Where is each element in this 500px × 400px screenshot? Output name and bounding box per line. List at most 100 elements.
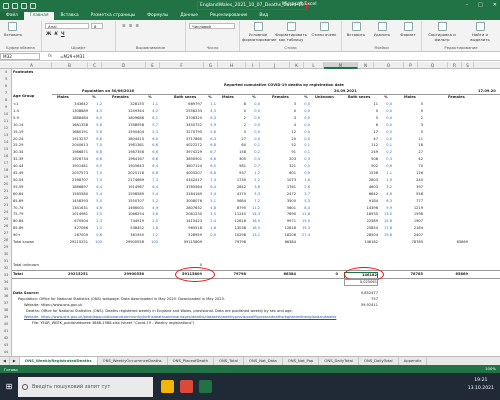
align-right-icon[interactable]: ≡ bbox=[135, 24, 139, 29]
column-header-f[interactable]: F bbox=[160, 62, 204, 69]
cell-pop-f-pct[interactable]: 4,2 bbox=[144, 109, 158, 114]
row-header[interactable]: 22 bbox=[0, 195, 12, 202]
cell-pop-males[interactable]: 1866897 bbox=[52, 185, 88, 190]
cell-d-both[interactable]: 14396 bbox=[344, 206, 378, 211]
save-icon[interactable] bbox=[12, 2, 18, 9]
cell-d2-both[interactable]: 18 bbox=[397, 143, 423, 148]
cell-age-groups[interactable]: 20-24 bbox=[13, 137, 23, 142]
cell-pop-males[interactable]: 1341631 bbox=[52, 206, 88, 211]
cell-pop-males[interactable]: 1913237 bbox=[52, 137, 88, 142]
cell-age-groups[interactable]: 50-54 bbox=[13, 178, 23, 183]
file-explorer-icon[interactable] bbox=[161, 380, 174, 393]
cell-d-females[interactable]: 601 bbox=[266, 171, 296, 176]
cell-d2-both[interactable]: 397 bbox=[397, 185, 423, 190]
maximize-icon[interactable]: □ bbox=[478, 2, 483, 8]
cell-d-females[interactable]: 20 bbox=[266, 137, 296, 142]
cell-d2-both[interactable]: 558 bbox=[397, 192, 423, 197]
cell-d-f-pct[interactable]: 0,1 bbox=[296, 143, 310, 148]
cell-pop-f-pct[interactable]: 5,7 bbox=[144, 123, 158, 128]
cell-pop-both[interactable]: 965518 bbox=[162, 226, 202, 231]
cell-pop-m-pct[interactable]: 4,6 bbox=[88, 206, 102, 211]
cell-pop-b-pct[interactable]: 5,1 bbox=[202, 199, 216, 204]
cell-d-m-pct[interactable]: 7,2 bbox=[246, 199, 260, 204]
cell-age-groups[interactable]: 35-39 bbox=[13, 157, 23, 162]
cell-pop-males[interactable]: 1680191 bbox=[52, 130, 88, 135]
undo-icon[interactable] bbox=[21, 2, 27, 9]
column-header-l[interactable]: L bbox=[304, 62, 324, 69]
cell-age-groups[interactable]: 90+ bbox=[13, 233, 23, 238]
row-header[interactable]: 17 bbox=[0, 160, 12, 167]
cell-pop-b-pct[interactable]: 7,4 bbox=[202, 178, 216, 183]
cell-pop-m-pct[interactable]: 5,0 bbox=[88, 199, 102, 204]
cell-pop-females[interactable]: 2174689 bbox=[104, 178, 144, 183]
cell-d-females[interactable]: 2472 bbox=[266, 192, 296, 197]
cell-pop-b-pct[interactable]: 1,1 bbox=[202, 102, 216, 107]
row-header[interactable]: 43 bbox=[0, 342, 12, 349]
cell-d-f-pct[interactable]: 15,0 bbox=[296, 219, 310, 224]
cell-pop-b-pct[interactable]: 5,9 bbox=[202, 123, 216, 128]
cell-d-m-pct[interactable]: 0,2 bbox=[246, 150, 260, 155]
cell-pop-males[interactable]: 670504 bbox=[52, 219, 88, 224]
cell-pop-m-pct[interactable]: 4,5 bbox=[88, 109, 102, 114]
row-header[interactable]: 33 bbox=[0, 272, 12, 279]
cell-pop-f-pct[interactable]: 5,2 bbox=[144, 199, 158, 204]
cell-d-both[interactable]: 508 bbox=[344, 157, 378, 162]
row-header[interactable]: 31 bbox=[0, 258, 12, 265]
cell-d-m-pct[interactable]: 13,1 bbox=[246, 233, 260, 238]
align-left-icon[interactable]: ≡ bbox=[122, 24, 126, 29]
browser-icon[interactable] bbox=[180, 380, 193, 393]
cell-pop-males[interactable]: 343642 bbox=[52, 102, 88, 107]
fx-icon[interactable]: fx bbox=[40, 54, 60, 59]
sort-filter-button[interactable]: Сортировка и фильтр bbox=[424, 22, 460, 42]
row-header[interactable]: 6 bbox=[0, 83, 12, 90]
cell-d-females[interactable]: 0 bbox=[266, 109, 296, 114]
cell-d-m-pct[interactable]: 5,3 bbox=[246, 192, 260, 197]
cell-d2-both[interactable]: 2 bbox=[397, 116, 423, 121]
row-header[interactable]: 9 bbox=[0, 104, 12, 111]
row-header[interactable]: 14 bbox=[0, 139, 12, 146]
cell-pop-both[interactable]: 3270795 bbox=[162, 130, 202, 135]
cell-pop-females[interactable]: 538452 bbox=[104, 226, 144, 231]
column-header-h[interactable]: H bbox=[218, 62, 246, 69]
cell-pop-females[interactable]: 1590404 bbox=[104, 130, 144, 135]
cell-styles-button[interactable]: Стили ячеек bbox=[308, 22, 340, 37]
cell-age-groups[interactable]: 80-84 bbox=[13, 219, 23, 224]
cell-pop-m-pct[interactable]: 6,6 bbox=[88, 157, 102, 162]
cell-d-f-pct[interactable]: 0,0 bbox=[296, 137, 310, 142]
cell-pop-females[interactable]: 1987358 bbox=[104, 150, 144, 155]
cell-age-groups[interactable]: 15-19 bbox=[13, 130, 23, 135]
row-header[interactable]: 15 bbox=[0, 146, 12, 153]
column-header-o[interactable]: O bbox=[374, 62, 404, 69]
cell-pop-males[interactable]: 167009 bbox=[52, 233, 88, 238]
sheet-tab[interactable]: ONS_Nat_Data bbox=[244, 357, 283, 365]
cell-pop-both[interactable]: 1415423 bbox=[162, 219, 202, 224]
tab-file[interactable]: Файл bbox=[0, 12, 24, 20]
cell-pop-f-pct[interactable]: 4,9 bbox=[144, 206, 158, 211]
cell-pop-f-pct[interactable]: 6,6 bbox=[144, 157, 158, 162]
column-header-e[interactable]: E bbox=[146, 62, 160, 69]
cell-d2-both[interactable]: 1598 bbox=[397, 212, 423, 217]
cell-pop-males[interactable]: 1308889 bbox=[52, 109, 88, 114]
font-name-select[interactable]: Arial bbox=[45, 23, 89, 29]
cell-d-both[interactable]: 47 bbox=[344, 137, 378, 142]
cell-pop-b-pct[interactable]: 6,4 bbox=[202, 185, 216, 190]
row-header[interactable]: 7 bbox=[0, 90, 12, 97]
cell-pop-both[interactable]: 4022272 bbox=[162, 143, 202, 148]
italic-button[interactable]: К bbox=[54, 32, 58, 37]
row-header[interactable]: 29 bbox=[0, 244, 12, 251]
cell-pop-both[interactable]: 2081235 bbox=[162, 212, 202, 217]
bold-button[interactable]: Ж bbox=[46, 32, 51, 37]
tab-page-layout[interactable]: Разметка страницы bbox=[85, 12, 142, 20]
cell-pop-m-pct[interactable]: 6,6 bbox=[88, 137, 102, 142]
cell-d-m-pct[interactable]: 0,0 bbox=[246, 109, 260, 114]
cell-d-b-pct[interactable]: 0,3 bbox=[378, 157, 392, 162]
cell-pop-f-pct[interactable]: 7,3 bbox=[144, 178, 158, 183]
cell-d-males[interactable]: 8 bbox=[218, 102, 246, 107]
cell-d-f-pct[interactable]: 0,0 bbox=[296, 116, 310, 121]
cell-d-males[interactable]: 2 bbox=[218, 123, 246, 128]
cell-d-females[interactable]: 12818 bbox=[266, 226, 296, 231]
cell-pop-females[interactable]: 1788958 bbox=[104, 123, 144, 128]
cell-d-m-pct[interactable]: 0,4 bbox=[246, 157, 260, 162]
cell-d-b-pct[interactable]: 3,2 bbox=[378, 185, 392, 190]
format-as-table-button[interactable]: Форматировать как таблицу bbox=[275, 22, 307, 42]
